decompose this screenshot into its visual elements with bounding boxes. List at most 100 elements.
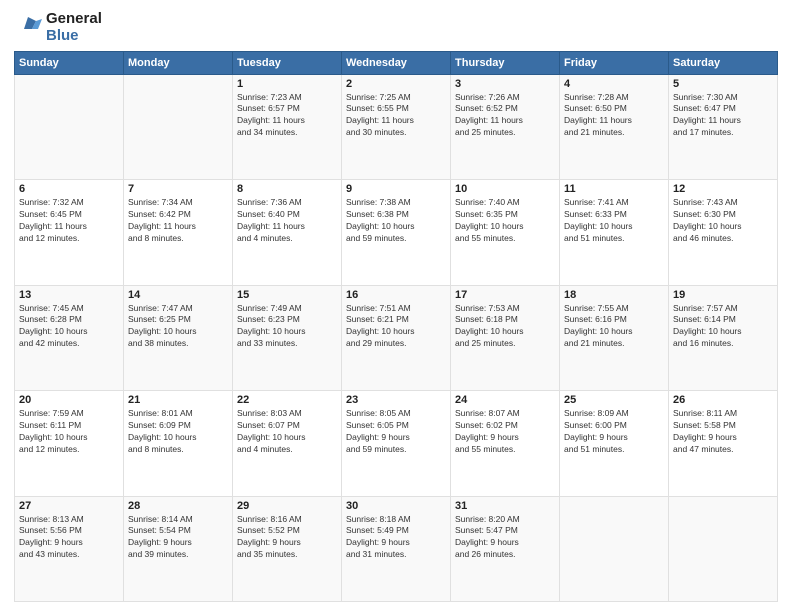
calendar-table: Sunday Monday Tuesday Wednesday Thursday… bbox=[14, 51, 778, 603]
page: GeneralBlue Sunday Monday Tuesday Wednes… bbox=[0, 0, 792, 612]
day-cell: 27 Sunrise: 8:13 AM Sunset: 5:56 PM Dayli… bbox=[15, 496, 124, 602]
day-cell bbox=[15, 74, 124, 180]
day-info: Sunrise: 7:38 AM Sunset: 6:38 PM Dayligh… bbox=[346, 197, 446, 245]
week-row-2: 6 Sunrise: 7:32 AM Sunset: 6:45 PM Daylig… bbox=[15, 180, 778, 286]
day-cell: 31Sunrise: 8:20 AM Sunset: 5:47 PM Dayli… bbox=[451, 496, 560, 602]
day-number: 5 bbox=[673, 78, 773, 90]
day-cell: 24 Sunrise: 8:07 AM Sunset: 6:02 PM Dayli… bbox=[451, 391, 560, 497]
logo-bird-icon bbox=[14, 13, 42, 41]
day-info: Sunrise: 8:07 AM Sunset: 6:02 PM Dayligh… bbox=[455, 408, 555, 456]
day-number: 2 bbox=[346, 78, 446, 90]
day-info: Sunrise: 8:01 AM Sunset: 6:09 PM Dayligh… bbox=[128, 408, 228, 456]
header-row: Sunday Monday Tuesday Wednesday Thursday… bbox=[15, 51, 778, 74]
day-cell: 3 Sunrise: 7:26 AM Sunset: 6:52 PM Daylig… bbox=[451, 74, 560, 180]
day-cell: 5Sunrise: 7:30 AM Sunset: 6:47 PM Daylig… bbox=[669, 74, 778, 180]
day-cell: 23Sunrise: 8:05 AM Sunset: 6:05 PM Dayli… bbox=[342, 391, 451, 497]
day-cell: 12 Sunrise: 7:43 AM Sunset: 6:30 PM Dayli… bbox=[669, 180, 778, 286]
day-number: 13 bbox=[19, 289, 119, 301]
day-cell: 4Sunrise: 7:28 AM Sunset: 6:50 PM Daylig… bbox=[560, 74, 669, 180]
day-cell: 21 Sunrise: 8:01 AM Sunset: 6:09 PM Dayli… bbox=[124, 391, 233, 497]
day-number: 15 bbox=[237, 289, 337, 301]
day-number: 8 bbox=[237, 183, 337, 195]
day-number: 24 bbox=[455, 394, 555, 406]
day-info: Sunrise: 7:51 AM Sunset: 6:21 PM Dayligh… bbox=[346, 303, 446, 351]
day-cell: 2 Sunrise: 7:25 AM Sunset: 6:55 PM Daylig… bbox=[342, 74, 451, 180]
day-info: Sunrise: 7:36 AM Sunset: 6:40 PM Dayligh… bbox=[237, 197, 337, 245]
day-cell: 10 Sunrise: 7:40 AM Sunset: 6:35 PM Dayli… bbox=[451, 180, 560, 286]
day-cell bbox=[124, 74, 233, 180]
day-cell bbox=[669, 496, 778, 602]
day-number: 29 bbox=[237, 500, 337, 512]
week-row-5: 27 Sunrise: 8:13 AM Sunset: 5:56 PM Dayli… bbox=[15, 496, 778, 602]
day-number: 3 bbox=[455, 78, 555, 90]
week-row-1: 1 Sunrise: 7:23 AM Sunset: 6:57 PM Daylig… bbox=[15, 74, 778, 180]
day-info: Sunrise: 7:57 AM Sunset: 6:14 PM Dayligh… bbox=[673, 303, 773, 351]
day-cell: 11 Sunrise: 7:41 AM Sunset: 6:33 PM Dayli… bbox=[560, 180, 669, 286]
day-number: 4 bbox=[564, 78, 664, 90]
day-cell: 8 Sunrise: 7:36 AM Sunset: 6:40 PM Daylig… bbox=[233, 180, 342, 286]
day-cell: 13Sunrise: 7:45 AM Sunset: 6:28 PM Dayli… bbox=[15, 285, 124, 391]
day-cell: 14Sunrise: 7:47 AM Sunset: 6:25 PM Dayli… bbox=[124, 285, 233, 391]
day-info: Sunrise: 7:23 AM Sunset: 6:57 PM Dayligh… bbox=[237, 92, 337, 140]
day-info: Sunrise: 7:55 AM Sunset: 6:16 PM Dayligh… bbox=[564, 303, 664, 351]
day-number: 21 bbox=[128, 394, 228, 406]
day-info: Sunrise: 7:53 AM Sunset: 6:18 PM Dayligh… bbox=[455, 303, 555, 351]
day-number: 16 bbox=[346, 289, 446, 301]
day-cell: 15 Sunrise: 7:49 AM Sunset: 6:23 PM Dayli… bbox=[233, 285, 342, 391]
day-info: Sunrise: 8:16 AM Sunset: 5:52 PM Dayligh… bbox=[237, 514, 337, 562]
day-number: 27 bbox=[19, 500, 119, 512]
day-cell: 1 Sunrise: 7:23 AM Sunset: 6:57 PM Daylig… bbox=[233, 74, 342, 180]
day-number: 12 bbox=[673, 183, 773, 195]
day-info: Sunrise: 7:26 AM Sunset: 6:52 PM Dayligh… bbox=[455, 92, 555, 140]
logo-blue-text: Blue bbox=[46, 27, 102, 44]
day-number: 7 bbox=[128, 183, 228, 195]
day-number: 28 bbox=[128, 500, 228, 512]
col-thursday: Thursday bbox=[451, 51, 560, 74]
day-cell: 30 Sunrise: 8:18 AM Sunset: 5:49 PM Dayli… bbox=[342, 496, 451, 602]
day-info: Sunrise: 7:41 AM Sunset: 6:33 PM Dayligh… bbox=[564, 197, 664, 245]
day-cell bbox=[560, 496, 669, 602]
day-cell: 22Sunrise: 8:03 AM Sunset: 6:07 PM Dayli… bbox=[233, 391, 342, 497]
day-number: 20 bbox=[19, 394, 119, 406]
day-cell: 25Sunrise: 8:09 AM Sunset: 6:00 PM Dayli… bbox=[560, 391, 669, 497]
day-info: Sunrise: 7:32 AM Sunset: 6:45 PM Dayligh… bbox=[19, 197, 119, 245]
logo-text-block: GeneralBlue bbox=[14, 10, 102, 45]
day-cell: 17Sunrise: 7:53 AM Sunset: 6:18 PM Dayli… bbox=[451, 285, 560, 391]
col-tuesday: Tuesday bbox=[233, 51, 342, 74]
header: GeneralBlue bbox=[14, 10, 778, 45]
day-info: Sunrise: 8:20 AM Sunset: 5:47 PM Dayligh… bbox=[455, 514, 555, 562]
week-row-4: 20 Sunrise: 7:59 AM Sunset: 6:11 PM Dayli… bbox=[15, 391, 778, 497]
day-info: Sunrise: 7:43 AM Sunset: 6:30 PM Dayligh… bbox=[673, 197, 773, 245]
day-info: Sunrise: 7:34 AM Sunset: 6:42 PM Dayligh… bbox=[128, 197, 228, 245]
day-number: 10 bbox=[455, 183, 555, 195]
day-info: Sunrise: 7:40 AM Sunset: 6:35 PM Dayligh… bbox=[455, 197, 555, 245]
day-info: Sunrise: 8:11 AM Sunset: 5:58 PM Dayligh… bbox=[673, 408, 773, 456]
day-number: 25 bbox=[564, 394, 664, 406]
col-wednesday: Wednesday bbox=[342, 51, 451, 74]
col-friday: Friday bbox=[560, 51, 669, 74]
day-info: Sunrise: 8:03 AM Sunset: 6:07 PM Dayligh… bbox=[237, 408, 337, 456]
day-number: 18 bbox=[564, 289, 664, 301]
day-info: Sunrise: 7:25 AM Sunset: 6:55 PM Dayligh… bbox=[346, 92, 446, 140]
day-number: 1 bbox=[237, 78, 337, 90]
day-number: 11 bbox=[564, 183, 664, 195]
day-number: 9 bbox=[346, 183, 446, 195]
col-saturday: Saturday bbox=[669, 51, 778, 74]
day-number: 23 bbox=[346, 394, 446, 406]
day-info: Sunrise: 8:13 AM Sunset: 5:56 PM Dayligh… bbox=[19, 514, 119, 562]
week-row-3: 13Sunrise: 7:45 AM Sunset: 6:28 PM Dayli… bbox=[15, 285, 778, 391]
day-cell: 6 Sunrise: 7:32 AM Sunset: 6:45 PM Daylig… bbox=[15, 180, 124, 286]
day-info: Sunrise: 8:18 AM Sunset: 5:49 PM Dayligh… bbox=[346, 514, 446, 562]
day-number: 30 bbox=[346, 500, 446, 512]
day-cell: 7 Sunrise: 7:34 AM Sunset: 6:42 PM Daylig… bbox=[124, 180, 233, 286]
col-monday: Monday bbox=[124, 51, 233, 74]
day-cell: 28 Sunrise: 8:14 AM Sunset: 5:54 PM Dayli… bbox=[124, 496, 233, 602]
day-number: 6 bbox=[19, 183, 119, 195]
day-cell: 9 Sunrise: 7:38 AM Sunset: 6:38 PM Daylig… bbox=[342, 180, 451, 286]
day-number: 14 bbox=[128, 289, 228, 301]
day-info: Sunrise: 7:49 AM Sunset: 6:23 PM Dayligh… bbox=[237, 303, 337, 351]
day-cell: 26Sunrise: 8:11 AM Sunset: 5:58 PM Dayli… bbox=[669, 391, 778, 497]
day-info: Sunrise: 7:59 AM Sunset: 6:11 PM Dayligh… bbox=[19, 408, 119, 456]
day-info: Sunrise: 8:14 AM Sunset: 5:54 PM Dayligh… bbox=[128, 514, 228, 562]
day-cell: 16 Sunrise: 7:51 AM Sunset: 6:21 PM Dayli… bbox=[342, 285, 451, 391]
